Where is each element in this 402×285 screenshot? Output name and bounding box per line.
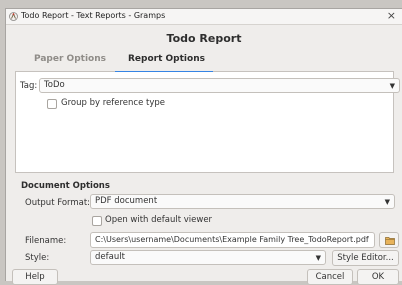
help-button[interactable]: Help <box>12 269 58 285</box>
group-by-label: Group by reference type <box>61 98 165 108</box>
browse-folder-button[interactable] <box>379 232 399 248</box>
tab-paper-options[interactable]: Paper Options <box>34 54 106 64</box>
output-format-select[interactable]: PDF document ▼ <box>90 194 395 209</box>
tag-select-value: ToDo <box>44 80 65 90</box>
style-editor-button[interactable]: Style Editor... <box>332 250 399 266</box>
output-format-value: PDF document <box>95 196 158 206</box>
tag-select[interactable]: ToDo ▼ <box>39 78 400 93</box>
filename-label: Filename: <box>25 236 67 246</box>
tag-label: Tag: <box>20 81 38 91</box>
close-icon[interactable]: × <box>387 9 396 22</box>
title-bar[interactable]: Todo Report - Text Reports - Gramps × <box>6 9 402 25</box>
report-options-panel: Tag: ToDo ▼ Group by reference type <box>15 72 400 173</box>
document-options-title: Document Options <box>21 181 110 191</box>
ok-button[interactable]: OK <box>357 269 399 285</box>
filename-input[interactable]: C:\Users\username\Documents\Example Fami… <box>90 232 375 248</box>
tab-report-options[interactable]: Report Options <box>128 54 205 64</box>
dropdown-arrow-icon: ▼ <box>384 198 390 206</box>
report-dialog: Todo Report - Text Reports - Gramps × To… <box>5 8 402 285</box>
output-format-label: Output Format: <box>25 198 91 208</box>
style-select-value: default <box>95 252 125 262</box>
tab-bar: Paper Options Report Options <box>15 51 394 73</box>
gramps-app-icon <box>9 12 18 21</box>
open-default-viewer-label: Open with default viewer <box>105 215 213 225</box>
style-label: Style: <box>25 253 50 263</box>
cancel-button[interactable]: Cancel <box>307 269 353 285</box>
dialog-heading: Todo Report <box>166 32 242 45</box>
folder-icon <box>385 237 395 245</box>
style-select[interactable]: default ▼ <box>90 250 326 265</box>
dropdown-arrow-icon: ▼ <box>389 82 395 90</box>
open-default-viewer-checkbox[interactable] <box>92 216 102 226</box>
dropdown-arrow-icon: ▼ <box>315 254 321 262</box>
window-title: Todo Report - Text Reports - Gramps <box>21 11 166 20</box>
group-by-checkbox[interactable] <box>47 99 57 109</box>
